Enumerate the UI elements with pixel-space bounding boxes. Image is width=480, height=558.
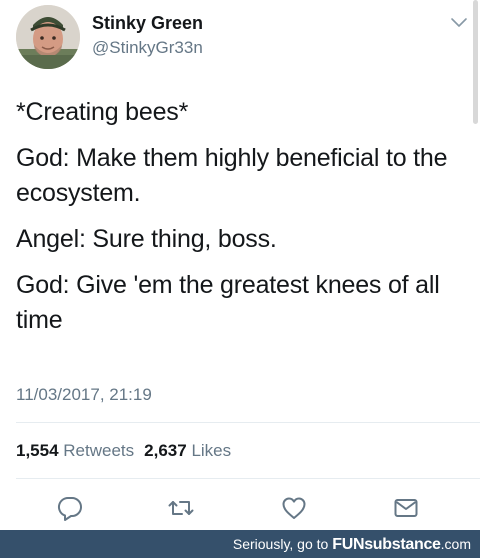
watermark-suffix: .com	[440, 536, 471, 552]
avatar[interactable]	[16, 5, 80, 69]
avatar-photo	[16, 5, 80, 69]
tweet-text: *Creating bees* God: Make them highly be…	[16, 95, 466, 349]
likes-label: Likes	[191, 441, 232, 460]
watermark-text: Seriously, go to FUNsubstance.com	[233, 535, 471, 554]
reply-button[interactable]	[56, 494, 84, 522]
scrollbar[interactable]	[473, 0, 478, 124]
watermark-prefix: Seriously, go to	[232, 536, 333, 552]
user-handle[interactable]: @StinkyGr33n	[92, 37, 203, 59]
like-button[interactable]	[280, 494, 308, 522]
retweets-count: 1,554	[16, 441, 59, 460]
likes-stat[interactable]: 2,637 Likes	[144, 441, 231, 460]
divider	[16, 478, 480, 479]
tweet-stats: 1,554 Retweets 2,637 Likes	[16, 439, 231, 463]
retweet-button[interactable]	[167, 494, 195, 522]
tweet-line: God: Give 'em the greatest knees of all …	[16, 271, 440, 334]
display-name[interactable]: Stinky Green	[92, 12, 203, 34]
tweet-line: Angel: Sure thing, boss.	[16, 225, 277, 253]
divider	[16, 422, 480, 423]
tweet-line: God: Make them highly beneficial to the …	[16, 144, 448, 207]
direct-message-icon	[394, 499, 418, 517]
tweet-timestamp[interactable]: 11/03/2017, 21:19	[16, 383, 152, 407]
watermark-banner: Seriously, go to FUNsubstance.com	[0, 530, 480, 558]
watermark-brand: FUNsubstance	[332, 536, 441, 553]
like-icon	[282, 497, 306, 519]
tweet-line: *Creating bees*	[16, 98, 189, 126]
likes-count: 2,637	[144, 441, 187, 460]
retweets-label: Retweets	[63, 441, 135, 460]
direct-message-button[interactable]	[392, 494, 420, 522]
tweet-card: Stinky Green @StinkyGr33n *Creating bees…	[0, 0, 480, 530]
retweets-stat[interactable]: 1,554 Retweets	[16, 441, 134, 460]
chevron-down-icon[interactable]	[450, 16, 468, 30]
retweet-icon	[168, 501, 194, 515]
reply-icon	[57, 496, 82, 521]
